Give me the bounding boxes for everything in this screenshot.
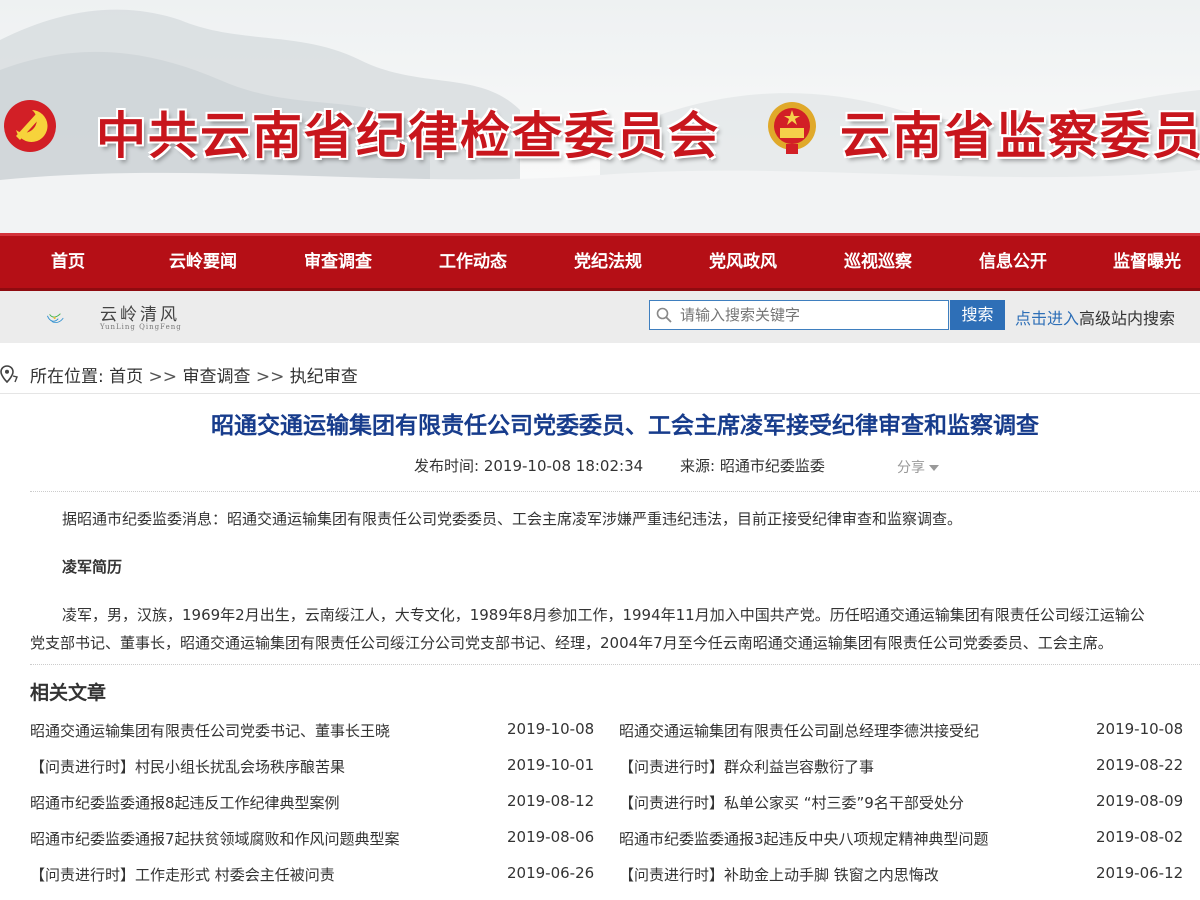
divider xyxy=(0,393,1200,394)
nav-item-home[interactable]: 首页 xyxy=(0,236,138,288)
divider xyxy=(30,491,1200,492)
share-button[interactable]: 分享 xyxy=(897,457,939,477)
divider xyxy=(30,664,1200,665)
related-date: 2019-06-26 xyxy=(507,864,595,882)
related-link[interactable]: 昭通市纪委监委通报8起违反工作纪律典型案例 xyxy=(30,792,340,813)
publish-time: 发布时间: 2019-10-08 18:02:34 xyxy=(414,455,643,476)
advanced-search-text: 高级站内搜索 xyxy=(1079,309,1176,328)
list-item: 【问责进行时】村民小组长扰乱会场秩序酿苦果 2019-10-01 【问责进行时】… xyxy=(30,756,1200,780)
logo-subtitle: YunLing QingFeng xyxy=(100,323,182,331)
search-icon xyxy=(656,307,672,323)
related-date: 2019-08-06 xyxy=(507,828,595,846)
related-date: 2019-10-01 xyxy=(507,756,595,774)
nav-item-regulations[interactable]: 党纪法规 xyxy=(538,236,678,288)
source-label: 来源: xyxy=(680,457,716,475)
party-emblem-icon xyxy=(4,100,56,152)
advanced-search-link[interactable]: 点击进入 xyxy=(1015,309,1079,328)
related-link[interactable]: 昭通市纪委监委通报3起违反中央八项规定精神典型问题 xyxy=(619,828,989,849)
bio-text-line: 凌军，男，汉族，1969年2月出生，云南绥江人，大专文化，1989年8月参加工作… xyxy=(62,606,1145,624)
related-link[interactable]: 【问责进行时】补助金上动手脚 铁窗之内思悔改 xyxy=(619,864,939,885)
related-date: 2019-10-08 xyxy=(1096,720,1184,738)
related-link[interactable]: 【问责进行时】工作走形式 村委会主任被问责 xyxy=(30,864,335,885)
nav-item-conduct[interactable]: 党风政风 xyxy=(673,236,813,288)
publish-value: 2019-10-08 18:02:34 xyxy=(483,457,644,475)
related-link[interactable]: 昭通交通运输集团有限责任公司副总经理李德洪接受纪 xyxy=(619,720,979,741)
related-link[interactable]: 昭通交通运输集团有限责任公司党委书记、董事长王晓 xyxy=(30,720,390,741)
article-title: 昭通交通运输集团有限责任公司党委委员、工会主席凌军接受纪律审查和监察调查 xyxy=(211,413,1039,439)
related-date: 2019-08-22 xyxy=(1096,756,1184,774)
location-pin-icon xyxy=(0,365,18,383)
chevron-down-icon xyxy=(929,465,939,471)
bio-text-line: 党支部书记、董事长，昭通交通运输集团有限责任公司绥江分公司党支部书记、经理，20… xyxy=(30,634,1113,652)
nav-item-disclosure[interactable]: 信息公开 xyxy=(943,236,1083,288)
related-link[interactable]: 【问责进行时】村民小组长扰乱会场秩序酿苦果 xyxy=(30,756,345,777)
title-supervision: 云南省监察委员会 xyxy=(840,106,1200,165)
publish-label: 发布时间: xyxy=(414,457,480,475)
list-item: 昭通市纪委监委通报7起扶贫领域腐败和作风问题典型案 2019-08-06 昭通市… xyxy=(30,828,1200,852)
title-commission: 中共云南省纪律检查委员会 xyxy=(96,106,720,165)
related-date: 2019-06-12 xyxy=(1096,864,1184,882)
search-field[interactable] xyxy=(649,300,949,330)
share-label: 分享 xyxy=(897,460,925,476)
logo-name: 云岭清风 xyxy=(100,305,180,325)
nav-item-inspection[interactable]: 巡视巡察 xyxy=(808,236,948,288)
breadcrumb-discipline[interactable]: 执纪审查 xyxy=(290,367,358,387)
related-heading: 相关文章 xyxy=(30,682,107,704)
nav-item-news[interactable]: 云岭要闻 xyxy=(133,236,273,288)
nav-item-investigation[interactable]: 审查调查 xyxy=(268,236,408,288)
breadcrumb-home[interactable]: 首页 xyxy=(109,367,143,387)
list-item: 昭通交通运输集团有限责任公司党委书记、董事长王晓 2019-10-08 昭通交通… xyxy=(30,720,1200,744)
list-item: 昭通市纪委监委通报8起违反工作纪律典型案例 2019-08-12 【问责进行时】… xyxy=(30,792,1200,816)
related-link[interactable]: 【问责进行时】私单公家买 “村三委”9名干部受处分 xyxy=(619,792,964,813)
breadcrumb-label: 所在位置: xyxy=(30,367,104,387)
breadcrumb-separator: >> xyxy=(148,367,178,387)
header-banner: 中共云南省纪律检查委员会 云南省监察委员会 xyxy=(0,0,1200,233)
source: 来源: 昭通市纪委监委 xyxy=(680,455,825,476)
search-button[interactable]: 搜索 xyxy=(950,300,1005,330)
related-date: 2019-08-02 xyxy=(1096,828,1184,846)
bio-heading: 凌军简历 xyxy=(62,558,123,576)
related-date: 2019-08-09 xyxy=(1096,792,1184,810)
related-link[interactable]: 昭通市纪委监委通报7起扶贫领域腐败和作风问题典型案 xyxy=(30,828,400,849)
national-emblem-icon xyxy=(768,102,816,154)
related-date: 2019-08-12 xyxy=(507,792,595,810)
nav-item-work[interactable]: 工作动态 xyxy=(403,236,543,288)
breadcrumb-investigation[interactable]: 审查调查 xyxy=(182,367,250,387)
source-value: 昭通市纪委监委 xyxy=(719,457,825,475)
related-date: 2019-10-08 xyxy=(507,720,595,738)
advanced-search: 点击进入高级站内搜索 xyxy=(1015,305,1175,329)
article-paragraph: 据昭通市纪委监委消息：昭通交通运输集团有限责任公司党委委员、工会主席凌军涉嫌严重… xyxy=(62,510,963,528)
main-nav: 首页 云岭要闻 审查调查 工作动态 党纪法规 党风政风 巡视巡察 信息公开 监督… xyxy=(0,233,1200,288)
search-input[interactable] xyxy=(680,302,942,328)
nav-item-exposure[interactable]: 监督曝光 xyxy=(1077,236,1200,288)
list-item: 【问责进行时】工作走形式 村委会主任被问责 2019-06-26 【问责进行时】… xyxy=(30,864,1200,888)
breadcrumb-separator: >> xyxy=(255,367,285,387)
related-link[interactable]: 【问责进行时】群众利益岂容敷衍了事 xyxy=(619,756,874,777)
logo-icon[interactable] xyxy=(46,298,100,338)
